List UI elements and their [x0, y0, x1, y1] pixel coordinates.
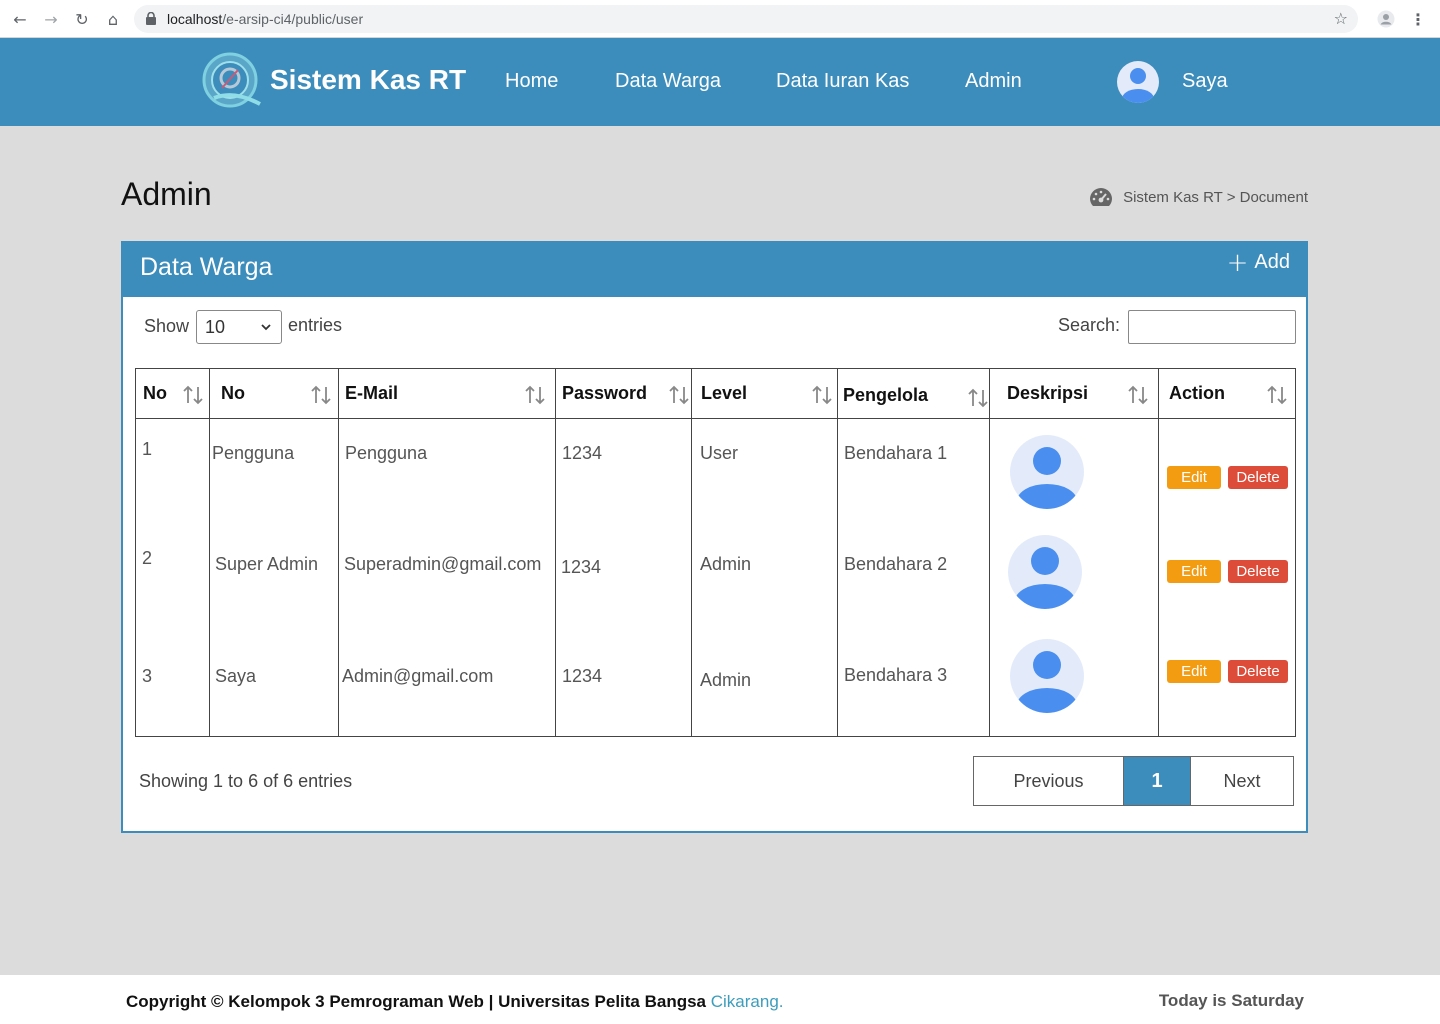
add-label: Add — [1254, 251, 1290, 273]
cell-pengelola: Bendahara 2 — [844, 554, 948, 574]
search-label: Search: — [1058, 315, 1121, 335]
header-level[interactable]: Level — [701, 383, 747, 404]
cell-level: User — [700, 443, 739, 463]
nav-home[interactable]: Home — [505, 70, 558, 93]
cell-no: 2 — [142, 548, 153, 568]
header-deskripsi[interactable]: Deskripsi — [1007, 383, 1088, 404]
next-button[interactable]: Next — [1190, 757, 1293, 805]
footer: Copyright © Kelompok 3 Pemrograman Web |… — [0, 975, 1440, 1024]
cell-no: 1 — [142, 439, 153, 459]
sort-icon[interactable] — [524, 384, 546, 406]
header-password[interactable]: Password — [562, 383, 647, 404]
edit-button[interactable]: Edit — [1167, 660, 1221, 683]
pagination-info: Showing 1 to 6 of 6 entries — [139, 771, 353, 791]
entries-label: entries — [288, 315, 343, 335]
add-button[interactable]: + Add — [1226, 247, 1290, 278]
app-navbar: Sistem Kas RT Home Data Warga Data Iuran… — [0, 38, 1440, 126]
url-text: localhost/e-arsip-ci4/public/user — [167, 11, 364, 27]
brand-logo[interactable] — [200, 50, 266, 112]
breadcrumb: Sistem Kas RT > Document — [1089, 186, 1308, 208]
user-name[interactable]: Saya — [1182, 70, 1228, 93]
sort-icon[interactable] — [811, 384, 833, 406]
header-action[interactable]: Action — [1169, 383, 1225, 404]
cell-name: Saya — [215, 666, 257, 686]
browser-toolbar: ← → ↻ ⌂ localhost/e-arsip-ci4/public/use… — [0, 0, 1440, 38]
profile-icon[interactable] — [1377, 10, 1395, 28]
bookmark-star-icon[interactable]: ☆ — [1334, 9, 1348, 28]
data-warga-box: Data Warga + Add Show 10 entries Search:… — [121, 241, 1308, 833]
cell-email: Pengguna — [345, 443, 428, 463]
user-avatar-icon — [1008, 535, 1082, 609]
cell-level: Admin — [700, 554, 752, 574]
sort-icon[interactable] — [182, 384, 204, 406]
cell-password: 1234 — [561, 557, 602, 577]
pagination: Previous 1 Next — [973, 756, 1294, 806]
header-email[interactable]: E-Mail — [345, 383, 398, 404]
page-1-button[interactable]: 1 — [1124, 757, 1190, 805]
plus-icon: + — [1226, 247, 1249, 278]
back-icon[interactable]: ← — [10, 9, 30, 29]
previous-button[interactable]: Previous — [974, 757, 1124, 805]
cell-pengelola: Bendahara 3 — [844, 665, 948, 685]
show-label: Show — [144, 316, 190, 336]
cell-name: Super Admin — [215, 554, 319, 574]
entries-select[interactable]: 10 — [196, 310, 282, 344]
delete-button[interactable]: Delete — [1228, 466, 1288, 489]
header-no[interactable]: No — [143, 383, 167, 404]
search-input[interactable] — [1128, 310, 1296, 344]
chevron-down-icon — [261, 324, 271, 331]
reload-icon[interactable]: ↻ — [72, 9, 92, 29]
nav-admin[interactable]: Admin — [965, 70, 1022, 93]
header-pengelola[interactable]: Pengelola — [843, 385, 928, 406]
delete-button[interactable]: Delete — [1228, 660, 1288, 683]
sort-icon[interactable] — [1266, 384, 1288, 406]
user-avatar-icon[interactable] — [1117, 61, 1159, 103]
header-name[interactable]: No — [221, 383, 245, 404]
sort-icon[interactable] — [967, 387, 989, 409]
sort-icon[interactable] — [668, 384, 690, 406]
dashboard-gauge-icon — [1090, 188, 1113, 206]
cell-email: Superadmin@gmail.com — [344, 554, 542, 574]
data-table: No No E-Mail Password Level Pengelola De… — [135, 368, 1296, 737]
user-avatar-icon — [1010, 639, 1084, 713]
menu-kebab-icon[interactable]: ⋮ — [1408, 9, 1428, 29]
copyright-text: Copyright © Kelompok 3 Pemrograman Web |… — [126, 992, 784, 1011]
delete-button[interactable]: Delete — [1228, 560, 1288, 583]
today-text: Today is Saturday — [1158, 991, 1304, 1010]
cell-email: Admin@gmail.com — [342, 666, 494, 686]
cell-name: Pengguna — [212, 443, 295, 463]
home-icon[interactable]: ⌂ — [103, 9, 123, 29]
cell-level: Admin — [700, 670, 752, 690]
forward-icon[interactable]: → — [41, 9, 61, 29]
edit-button[interactable]: Edit — [1167, 466, 1221, 489]
breadcrumb-text[interactable]: Sistem Kas RT > Document — [1123, 189, 1308, 206]
entries-select-value: 10 — [205, 317, 226, 337]
page-title: Admin — [121, 176, 212, 212]
cell-password: 1234 — [562, 666, 603, 686]
box-header: Data Warga + Add — [123, 243, 1306, 297]
address-bar[interactable]: localhost/e-arsip-ci4/public/user ☆ — [134, 5, 1358, 33]
sort-icon[interactable] — [1127, 384, 1149, 406]
brand-title[interactable]: Sistem Kas RT — [270, 64, 466, 96]
lock-icon — [146, 12, 156, 25]
city-link[interactable]: Cikarang. — [711, 992, 784, 1011]
box-title: Data Warga — [140, 253, 273, 281]
user-avatar-icon — [1010, 435, 1084, 509]
edit-button[interactable]: Edit — [1167, 560, 1221, 583]
cell-no: 3 — [142, 666, 153, 686]
cell-password: 1234 — [562, 443, 603, 463]
nav-data-iuran-kas[interactable]: Data Iuran Kas — [776, 70, 909, 93]
nav-data-warga[interactable]: Data Warga — [615, 70, 721, 93]
sort-icon[interactable] — [310, 384, 332, 406]
cell-pengelola: Bendahara 1 — [844, 443, 948, 463]
